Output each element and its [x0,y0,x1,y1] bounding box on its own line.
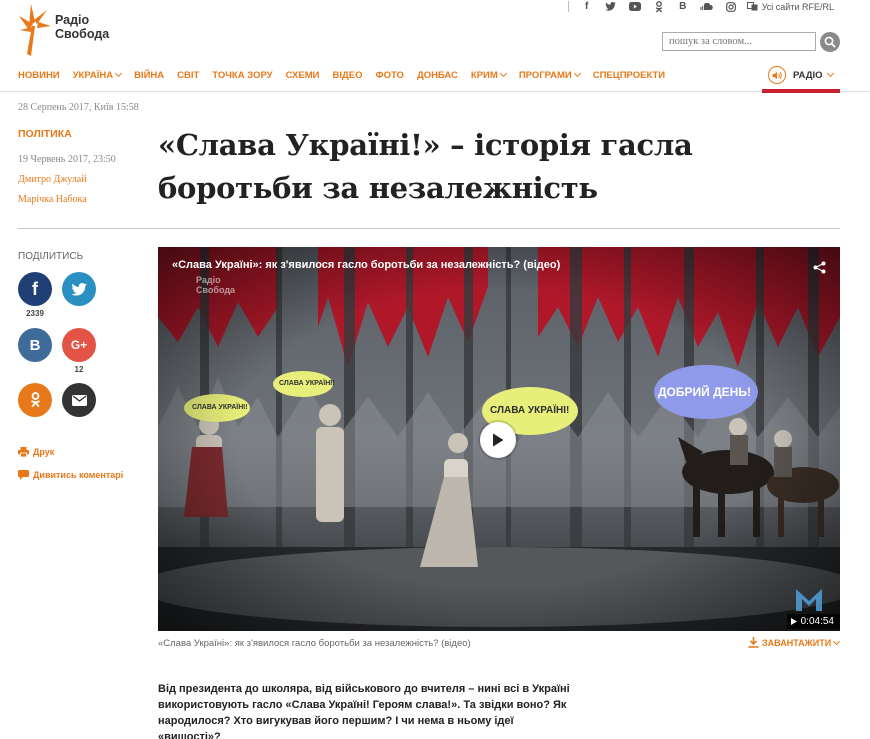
youtube-icon[interactable] [628,0,642,13]
logo-wordmark: Радіо Свобода [55,13,110,41]
nav-item-ukraine[interactable]: УКРАЇНА [73,69,123,81]
share-label: ПОДІЛИТИСЬ [18,251,84,262]
video-share-button[interactable] [813,261,826,279]
main-navigation: НОВИНИ УКРАЇНА ВІЙНА СВІТ ТОЧКА ЗОРУ СХЕ… [18,68,678,82]
print-label: Друк [33,447,55,457]
watermark-text: Радіо Свобода [196,275,236,295]
bubble-text: ДОБРИЙ ДЕНЬ! [658,385,751,399]
printer-icon [18,447,29,457]
nav-item-donbas[interactable]: ДОНБАС [417,70,458,81]
twitter-icon[interactable] [604,0,618,13]
nav-divider [0,91,870,92]
print-link[interactable]: Друк [18,447,54,457]
twitter-share-button[interactable] [62,272,96,306]
google-plus-share-button[interactable]: G+ [62,328,96,362]
chevron-down-icon [826,69,834,78]
download-button[interactable]: ЗАВАНТАЖИТИ [748,637,841,648]
all-sites-link[interactable]: Усі сайти RFE/RL [746,1,834,12]
vkontakte-icon[interactable]: В [676,0,690,13]
facebook-share-button[interactable]: f [18,272,52,306]
chevron-down-icon [499,69,507,78]
facebook-icon: f [32,278,38,299]
search-button[interactable] [820,32,840,52]
divider [567,1,569,12]
nav-item-video[interactable]: ВІДЕО [332,70,362,81]
radio-active-indicator [762,89,840,93]
chevron-down-icon [573,69,581,78]
channel-logo [794,585,824,613]
share-icon [813,261,826,274]
nav-item-photo[interactable]: ФОТО [375,70,403,81]
nav-item-special-projects[interactable]: СПЕЦПРОЕКТИ [593,70,665,81]
video-duration: 0:04:54 [800,616,834,627]
google-plus-share-count: 12 [74,365,84,374]
search-icon [824,36,836,48]
social-links: f В Усі сайти RFE/RL [567,0,834,13]
author-link[interactable]: Марічка Набока [18,194,87,205]
article-lead: Від президента до школяра, від військово… [158,683,570,739]
comments-label: Дивитись коментарі [33,470,124,480]
bubble-text: СЛАВА УКРАЇНІ! [490,405,570,416]
nav-item-news[interactable]: НОВИНИ [18,70,60,81]
published-date: 19 Червень 2017, 23:50 [18,154,116,165]
instagram-icon[interactable] [724,0,738,13]
section-link[interactable]: ПОЛІТИКА [18,128,72,140]
radio-menu-button[interactable]: РАДІО [768,66,834,84]
envelope-icon [71,394,87,406]
nav-item-war[interactable]: ВІЙНА [134,70,164,81]
vkontakte-share-button[interactable]: В [18,328,52,362]
nav-item-crimea[interactable]: КРИМ [471,69,507,81]
comments-link[interactable]: Дивитись коментарі [18,470,123,480]
logo-flame-icon [19,4,51,56]
radio-label: РАДІО [793,69,823,81]
current-date: 28 Серпень 2017, Київ 15:58 [18,102,139,113]
comment-icon [18,470,29,480]
translate-icon [746,2,758,11]
vkontakte-icon: В [29,336,41,354]
chevron-down-icon [833,637,841,645]
nav-item-schemes[interactable]: СХЕМИ [286,70,320,81]
google-plus-icon: G+ [70,338,88,352]
video-watermark-logo: Радіо Свобода [196,275,256,295]
nav-item-programs[interactable]: ПРОГРАМИ [519,69,581,81]
author-link[interactable]: Дмитро Джулай [18,174,87,185]
twitter-icon [71,282,87,296]
video-title: «Слава Україні»: як з'явилося гасло боро… [172,259,561,271]
nav-item-world[interactable]: СВІТ [177,70,199,81]
download-icon [748,637,759,648]
video-player[interactable]: СЛАВА УКРАЇНІ! СЛАВА УКРАЇНІ! СЛАВА УКРА… [158,247,840,631]
video-duration-badge: 0:04:54 [786,614,840,629]
bubble-text: СЛАВА УКРАЇНІ! [192,404,248,411]
site-logo[interactable]: Радіо Свобода [17,2,117,60]
speaker-icon [768,66,786,84]
article-title: «Слава Україні!» – історія гасла боротьб… [158,128,693,205]
play-icon [493,433,504,447]
video-caption: «Слава Україні»: як з'явилося гасло боро… [158,638,471,649]
odnoklassniki-icon [30,392,40,408]
title-divider [18,228,840,229]
all-sites-label: Усі сайти RFE/RL [761,1,834,12]
chevron-down-icon [115,69,123,78]
download-label: ЗАВАНТАЖИТИ [762,637,832,648]
soundcloud-icon[interactable] [700,0,714,13]
email-share-button[interactable] [62,383,96,417]
bubble-text: СЛАВА УКРАЇНІ! [279,380,335,387]
odnoklassniki-icon[interactable] [652,0,666,13]
nav-item-opinion[interactable]: ТОЧКА ЗОРУ [212,70,272,81]
play-button[interactable] [480,422,516,458]
facebook-icon[interactable]: f [580,0,594,13]
odnoklassniki-share-button[interactable] [18,383,52,417]
facebook-share-count: 2339 [26,309,44,318]
search-input[interactable] [662,32,816,51]
play-small-icon [790,618,797,625]
